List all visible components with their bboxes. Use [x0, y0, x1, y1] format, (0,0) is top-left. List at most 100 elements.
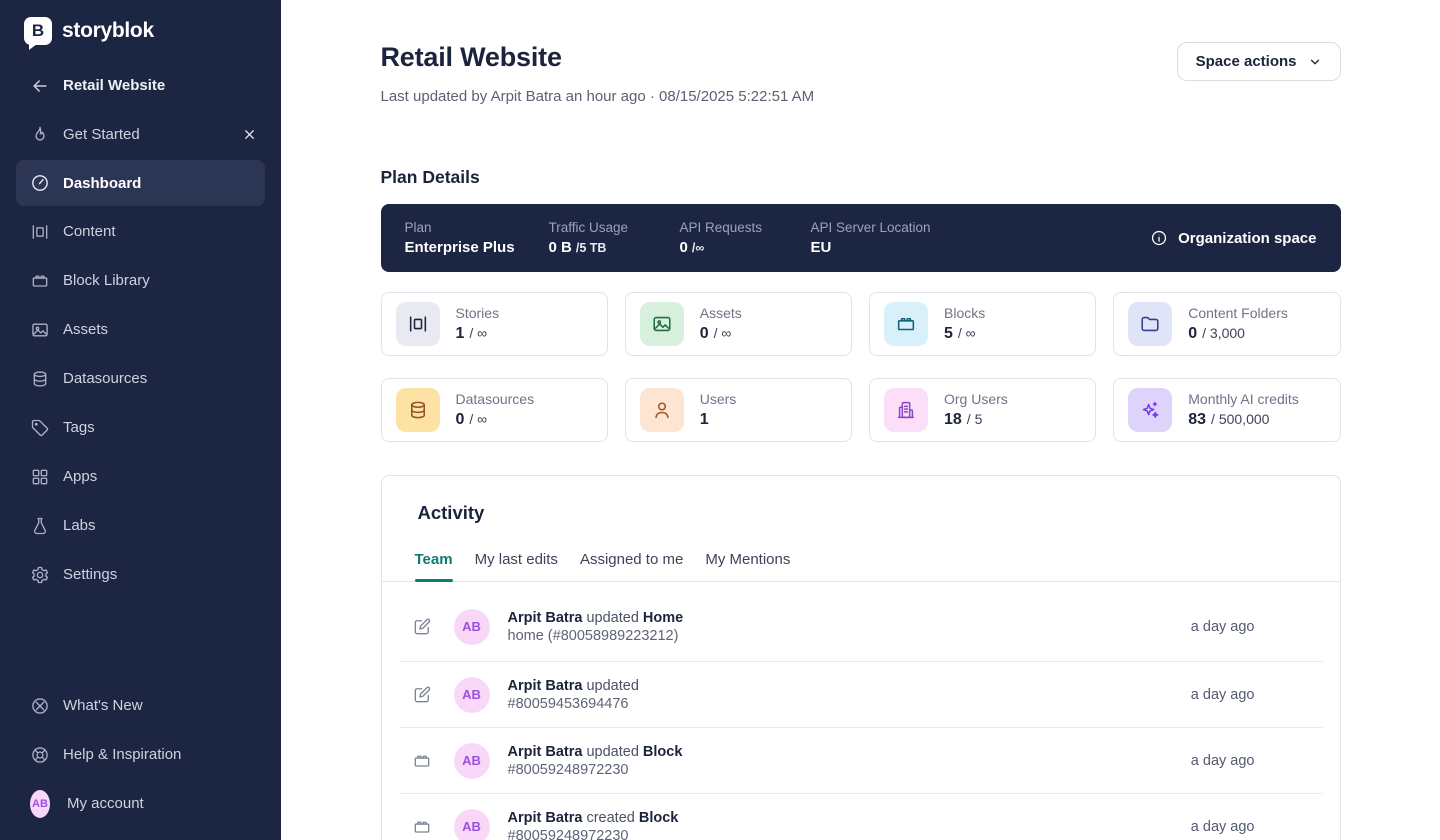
- plan-value: Enterprise Plus: [405, 239, 515, 256]
- flask-icon: [30, 516, 50, 536]
- sidebar-bottom: What's New Help & Inspiration AB My acco…: [0, 681, 281, 840]
- avatar: AB: [30, 790, 50, 818]
- database-icon: [30, 369, 50, 389]
- plan-value: 0: [680, 239, 688, 256]
- sidebar-item-settings[interactable]: Settings: [0, 550, 281, 599]
- sidebar-item-labs[interactable]: Labs: [0, 501, 281, 550]
- stat-label: Users: [700, 391, 737, 407]
- sidebar-item-label: Settings: [63, 566, 117, 583]
- page-header: Retail Website Last updated by Arpit Bat…: [381, 42, 1341, 105]
- sidebar-item-whats-new[interactable]: What's New: [0, 681, 281, 730]
- stat-value: 1: [456, 325, 465, 343]
- plan-col-api-requests: API Requests 0 /∞: [680, 220, 811, 256]
- stat-label: Datasources: [456, 391, 535, 407]
- flame-icon: [30, 125, 50, 145]
- sidebar-item-label: Datasources: [63, 370, 147, 387]
- plan-col-plan: Plan Enterprise Plus: [405, 220, 549, 256]
- stat-suffix: / ∞: [469, 325, 487, 341]
- lifebuoy-icon: [30, 745, 50, 765]
- stat-value: 0: [456, 411, 465, 429]
- stat-label: Assets: [700, 305, 742, 321]
- activity-row-time: a day ago: [1191, 619, 1323, 635]
- content-icon: [30, 222, 50, 242]
- stat-value: 83: [1188, 411, 1206, 429]
- stat-card-assets[interactable]: Assets 0 / ∞: [625, 292, 852, 356]
- sidebar-item-label: Apps: [63, 468, 97, 485]
- storyblok-logo[interactable]: B storyblok: [0, 0, 281, 57]
- sidebar-item-label: Retail Website: [63, 77, 165, 94]
- activity-row[interactable]: AB Arpit Batra updated Home home (#80058…: [399, 592, 1323, 662]
- edit-icon: [412, 685, 432, 705]
- sidebar-item-content[interactable]: Content: [0, 207, 281, 256]
- info-icon: [1150, 229, 1168, 247]
- sidebar-item-help-inspiration[interactable]: Help & Inspiration: [0, 730, 281, 779]
- sidebar-item-block-library[interactable]: Block Library: [0, 256, 281, 305]
- stories-icon: [396, 302, 440, 346]
- sidebar-item-datasources[interactable]: Datasources: [0, 354, 281, 403]
- tag-icon: [30, 418, 50, 438]
- last-updated-text: Last updated by Arpit Batra an hour ago …: [381, 88, 815, 105]
- activity-row-time: a day ago: [1191, 753, 1323, 769]
- tab-team[interactable]: Team: [415, 551, 453, 581]
- block-icon: [412, 817, 432, 837]
- sidebar-item-label: My account: [67, 795, 144, 812]
- sidebar-item-apps[interactable]: Apps: [0, 452, 281, 501]
- stat-card-users[interactable]: Users 1: [625, 378, 852, 442]
- organization-space-info[interactable]: Organization space: [1150, 229, 1316, 247]
- sidebar-item-label: Help & Inspiration: [63, 746, 181, 763]
- sidebar-item-label: What's New: [63, 697, 143, 714]
- sidebar-item-tags[interactable]: Tags: [0, 403, 281, 452]
- stat-label: Content Folders: [1188, 305, 1288, 321]
- tab-my-last-edits[interactable]: My last edits: [475, 551, 558, 581]
- activity-row[interactable]: AB Arpit Batra updated #80059453694476 a…: [399, 662, 1323, 728]
- sidebar-item-back-retail-website[interactable]: Retail Website: [0, 61, 281, 110]
- stats-grid: Stories 1 / ∞ Assets 0: [381, 292, 1341, 442]
- avatar: AB: [454, 809, 490, 840]
- activity-row-time: a day ago: [1191, 687, 1323, 703]
- avatar: AB: [454, 677, 490, 713]
- avatar: AB: [454, 609, 490, 645]
- stat-suffix: / ∞: [469, 411, 487, 427]
- stat-value: 0: [1188, 325, 1197, 343]
- avatar-initials: AB: [32, 798, 48, 810]
- stat-value: 5: [944, 325, 953, 343]
- stat-card-blocks[interactable]: Blocks 5 / ∞: [869, 292, 1096, 356]
- plan-label: Traffic Usage: [549, 220, 680, 235]
- tab-my-mentions[interactable]: My Mentions: [705, 551, 790, 581]
- stat-value: 18: [944, 411, 962, 429]
- gear-icon: [30, 565, 50, 585]
- sidebar-item-dashboard[interactable]: Dashboard: [16, 160, 265, 206]
- activity-row[interactable]: AB Arpit Batra updated Block #8005924897…: [399, 728, 1323, 794]
- stat-card-stories[interactable]: Stories 1 / ∞: [381, 292, 608, 356]
- stat-card-ai-credits[interactable]: Monthly AI credits 83 / 500,000: [1113, 378, 1340, 442]
- plan-label: API Requests: [680, 220, 811, 235]
- plan-details-bar: Plan Enterprise Plus Traffic Usage 0 B /…: [381, 204, 1341, 272]
- close-icon[interactable]: [242, 127, 257, 142]
- sidebar-item-get-started[interactable]: Get Started: [0, 110, 281, 159]
- stat-suffix: / ∞: [714, 325, 732, 341]
- activity-heading: Activity: [382, 476, 1340, 524]
- stat-value: 0: [700, 325, 709, 343]
- stat-label: Blocks: [944, 305, 985, 321]
- activity-row[interactable]: AB Arpit Batra created Block #8005924897…: [399, 794, 1323, 840]
- stat-label: Monthly AI credits: [1188, 391, 1299, 407]
- sidebar-item-my-account[interactable]: AB My account: [0, 779, 281, 828]
- stat-card-content-folders[interactable]: Content Folders 0 / 3,000: [1113, 292, 1340, 356]
- stat-label: Org Users: [944, 391, 1008, 407]
- stat-suffix: / 3,000: [1202, 325, 1245, 341]
- brand-wordmark: storyblok: [62, 19, 154, 43]
- tab-assigned-to-me[interactable]: Assigned to me: [580, 551, 683, 581]
- user-icon: [640, 388, 684, 432]
- building-icon: [884, 388, 928, 432]
- sidebar: B storyblok Retail Website Get Started D…: [0, 0, 281, 840]
- dashboard-icon: [30, 173, 50, 193]
- block-icon: [412, 751, 432, 771]
- stat-card-org-users[interactable]: Org Users 18 / 5: [869, 378, 1096, 442]
- stat-card-datasources[interactable]: Datasources 0 / ∞: [381, 378, 608, 442]
- plan-col-traffic: Traffic Usage 0 B /5 TB: [549, 220, 680, 256]
- stat-suffix: / 500,000: [1211, 411, 1269, 427]
- sidebar-item-assets[interactable]: Assets: [0, 305, 281, 354]
- space-actions-button[interactable]: Space actions: [1177, 42, 1341, 81]
- folder-icon: [1128, 302, 1172, 346]
- activity-row-title: Arpit Batra updated Home: [508, 610, 684, 626]
